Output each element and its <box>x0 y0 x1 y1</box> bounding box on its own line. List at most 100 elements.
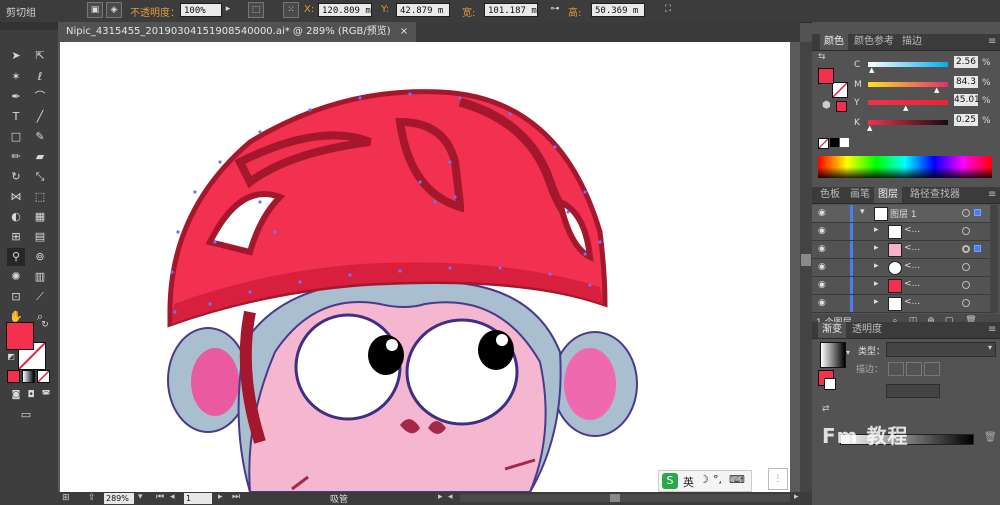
visibility-eye-icon[interactable]: ◉ <box>818 280 830 290</box>
perspective-grid-tool-icon[interactable]: ▦ <box>31 208 49 226</box>
layer-row[interactable]: ◉ ▾ 图层 1 <box>812 205 990 223</box>
channel-y-input[interactable]: 45.01 <box>954 94 980 106</box>
gradient-type-select[interactable]: ▾ <box>886 342 996 357</box>
type-tool-icon[interactable]: T <box>7 108 25 126</box>
color-spectrum[interactable] <box>818 156 992 178</box>
stroke-along-icon[interactable] <box>906 362 922 376</box>
stroke-across-icon[interactable] <box>924 362 940 376</box>
selection-indicator[interactable] <box>974 245 981 252</box>
canvas-area[interactable]: S 英 ☽ °, ⌨ ⋮ <box>58 42 800 492</box>
magic-wand-tool-icon[interactable]: ✶ <box>7 68 25 86</box>
opacity-label[interactable]: 不透明度： <box>130 4 180 19</box>
panel-fill-swatch[interactable] <box>818 68 834 84</box>
sublayer-row[interactable]: ◉ ▸ <... <box>812 259 990 277</box>
draw-inside-icon[interactable]: ◚ <box>37 386 55 404</box>
hscroll-left-icon[interactable]: ◂ <box>448 492 453 502</box>
next-artboard-icon[interactable]: ▸ <box>218 492 223 502</box>
tab-transparency[interactable]: 透明度 <box>848 322 886 338</box>
first-artboard-icon[interactable]: ⏮ <box>156 492 164 502</box>
tab-brushes[interactable]: 画笔 <box>846 187 874 203</box>
channel-k-slider[interactable] <box>868 120 948 125</box>
pencil-tool-icon[interactable]: ✏ <box>7 148 25 166</box>
x-input[interactable]: 120.809 m <box>318 3 372 17</box>
delete-stop-icon[interactable]: 🗑 <box>984 432 997 443</box>
default-fill-stroke-icon[interactable]: ◩ <box>2 348 20 366</box>
zoom-dropdown-icon[interactable]: ▾ <box>138 492 143 502</box>
screen-mode-icon[interactable]: ▭ <box>17 406 35 424</box>
opacity-dropdown-icon[interactable]: ▸ <box>222 2 234 18</box>
target-circle-icon[interactable] <box>962 263 970 271</box>
ime-language-indicator[interactable]: 英 <box>683 474 694 490</box>
expand-arrow-icon[interactable]: ▸ <box>874 243 879 253</box>
target-circle-icon[interactable] <box>962 245 970 253</box>
zoom-input[interactable]: 289% <box>104 493 134 504</box>
target-circle-icon[interactable] <box>962 209 970 217</box>
sublayer-name[interactable]: <... <box>904 261 920 271</box>
shape-builder-tool-icon[interactable]: ◐ <box>7 208 25 226</box>
sublayer-row[interactable]: ◉ ▸ <... <box>812 295 990 313</box>
document-tab[interactable]: Nipic_4315455_20190304151908540000.ai* @… <box>58 22 417 42</box>
sublayer-name[interactable]: <... <box>904 225 920 235</box>
opacity-input[interactable]: 100% <box>180 3 222 17</box>
stroke-within-icon[interactable] <box>888 362 904 376</box>
edit-contents-icon[interactable]: ◈ <box>106 2 122 18</box>
lasso-tool-icon[interactable]: ℓ <box>31 68 49 86</box>
tools-panel-header[interactable] <box>0 22 58 30</box>
curvature-tool-icon[interactable]: ⌒ <box>31 88 49 106</box>
tab-gradient[interactable]: 渐变 <box>818 322 846 338</box>
hscroll-thumb[interactable] <box>610 494 620 502</box>
channel-c-input[interactable]: 2.56 <box>954 56 978 68</box>
layers-scrollbar[interactable] <box>990 205 998 313</box>
free-transform-tool-icon[interactable]: ⬚ <box>31 188 49 206</box>
mesh-tool-icon[interactable]: ⊞ <box>7 228 25 246</box>
sublayer-name[interactable]: <... <box>904 243 920 253</box>
tab-pathfinder[interactable]: 路径查找器 <box>906 187 964 203</box>
expand-arrow-icon[interactable]: ▸ <box>874 225 879 235</box>
rotate-tool-icon[interactable]: ↻ <box>7 168 25 186</box>
prev-artboard-icon[interactable]: ◂ <box>170 492 175 502</box>
monkey-illustration[interactable] <box>60 42 790 492</box>
out-of-gamut-icon[interactable]: ⬢ <box>822 100 831 111</box>
artboard-tool-icon[interactable]: ⊡ <box>7 288 25 306</box>
channel-k-thumb[interactable]: ▲ <box>867 124 872 132</box>
hscroll-right-icon[interactable]: ▸ <box>794 492 799 502</box>
target-circle-icon[interactable] <box>962 227 970 235</box>
recolor-icon[interactable]: ⬚ <box>248 2 264 18</box>
channel-c-thumb[interactable]: ▲ <box>869 66 874 74</box>
status-artboard-icon[interactable]: ⊞ <box>62 493 70 503</box>
line-tool-icon[interactable]: ╱ <box>31 108 49 126</box>
gradient-preview[interactable] <box>820 342 846 368</box>
scrollbar-thumb[interactable] <box>801 254 811 266</box>
tab-stroke[interactable]: 描边 <box>898 34 926 50</box>
ime-moon-icon[interactable]: ☽ <box>699 473 709 486</box>
h-input[interactable]: 50.369 m <box>591 3 645 17</box>
width-tool-icon[interactable]: ⋈ <box>7 188 25 206</box>
ime-logo-icon[interactable]: S <box>662 473 678 489</box>
vertical-scrollbar[interactable] <box>800 42 812 492</box>
artboard[interactable]: S 英 ☽ °, ⌨ ⋮ <box>60 42 790 492</box>
visibility-eye-icon[interactable]: ◉ <box>818 226 830 236</box>
visibility-eye-icon[interactable]: ◉ <box>818 208 830 218</box>
expand-arrow-icon[interactable]: ▾ <box>860 207 865 217</box>
visibility-eye-icon[interactable]: ◉ <box>818 262 830 272</box>
selection-tool-icon[interactable]: ➤ <box>7 47 25 65</box>
sublayer-row[interactable]: ◉ ▸ <... <box>812 241 990 259</box>
ime-punctuation-icon[interactable]: °, <box>713 473 722 486</box>
scale-tool-icon[interactable]: ⤡ <box>31 168 49 186</box>
target-circle-icon[interactable] <box>962 299 970 307</box>
symbol-sprayer-tool-icon[interactable]: ✺ <box>7 268 25 286</box>
rectangle-tool-icon[interactable]: □ <box>7 128 25 146</box>
color-mode-button[interactable] <box>7 370 20 383</box>
white-swatch[interactable] <box>840 138 849 147</box>
channel-m-thumb[interactable]: ▲ <box>934 86 939 94</box>
gamut-swatch[interactable] <box>836 101 847 112</box>
tab-layers[interactable]: 图层 <box>874 187 902 203</box>
channel-y-thumb[interactable]: ▲ <box>903 104 908 112</box>
sublayer-row[interactable]: ◉ ▸ <... <box>812 277 990 295</box>
visibility-eye-icon[interactable]: ◉ <box>818 298 830 308</box>
w-input[interactable]: 101.187 m <box>484 3 538 17</box>
direct-selection-tool-icon[interactable]: ⇱ <box>31 47 49 65</box>
transform-icon[interactable]: ⛶ <box>660 2 676 18</box>
tab-swatches[interactable]: 色板 <box>816 187 844 203</box>
status-menu-icon[interactable]: ▸ <box>438 492 443 502</box>
